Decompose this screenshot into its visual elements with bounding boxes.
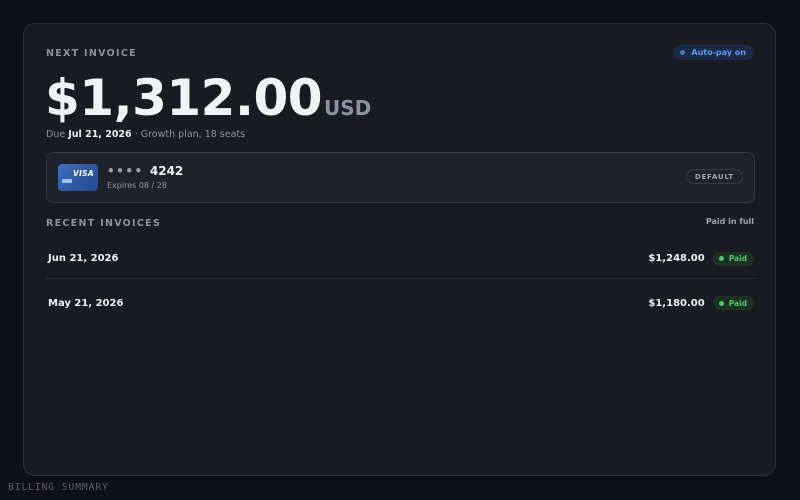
default-badge: DEFAULT xyxy=(685,169,743,184)
next-invoice-heading: NEXT INVOICE xyxy=(46,48,137,59)
paid-badge: Paid xyxy=(712,251,754,266)
due-prefix: Due xyxy=(46,129,66,140)
card-masked-dots: •••• xyxy=(107,164,144,178)
card-number: •••• 4242 xyxy=(107,164,183,178)
billing-summary-label: BILLING SUMMARY xyxy=(8,482,109,493)
recent-invoices-heading: RECENT INVOICES xyxy=(46,218,162,229)
invoice-currency: USD xyxy=(324,96,372,120)
paid-label: Paid xyxy=(728,254,747,263)
payment-method[interactable]: VISA •••• 4242 Expires 08 / 28 DEFAULT xyxy=(46,152,755,203)
amount-row: $1,312.00 USD xyxy=(45,68,371,128)
invoice-row-right: $1,248.00 Paid xyxy=(648,251,754,266)
invoice-date: May 21, 2026 xyxy=(48,297,124,309)
due-date: Jul 21, 2026 xyxy=(68,129,132,140)
status-dot-icon xyxy=(718,300,724,306)
invoice-row-amount: $1,180.00 xyxy=(648,297,705,309)
autopay-badge[interactable]: Auto-pay on xyxy=(673,45,754,60)
card-last4: 4242 xyxy=(149,164,184,178)
invoice-row[interactable]: May 21, 2026 $1,180.00 Paid xyxy=(46,283,755,323)
card-brand: VISA xyxy=(72,169,94,178)
billing-card: NEXT INVOICE Auto-pay on $1,312.00 USD D… xyxy=(23,23,776,476)
invoice-amount: $1,312.00 xyxy=(45,69,323,127)
plan-detail: · Growth plan, 18 seats xyxy=(134,129,246,140)
card-chip-icon xyxy=(62,179,72,183)
autopay-label: Auto-pay on xyxy=(691,48,746,57)
due-line: Due Jul 21, 2026 · Growth plan, 18 seats xyxy=(46,129,245,140)
visa-card-icon: VISA xyxy=(58,164,98,191)
invoice-row-amount: $1,248.00 xyxy=(648,253,705,264)
paid-label: Paid xyxy=(728,298,747,308)
status-dot-icon xyxy=(680,50,686,55)
paid-badge: Paid xyxy=(712,296,754,310)
card-expiry: Expires 08 / 28 xyxy=(107,181,167,190)
invoice-row-right: $1,180.00 Paid xyxy=(648,296,754,310)
status-dot-icon xyxy=(718,256,724,261)
invoice-row[interactable]: Jun 21, 2026 $1,248.00 Paid xyxy=(46,239,755,279)
paid-in-full-status: Paid in full xyxy=(705,217,754,226)
invoice-date: Jun 21, 2026 xyxy=(48,253,119,264)
